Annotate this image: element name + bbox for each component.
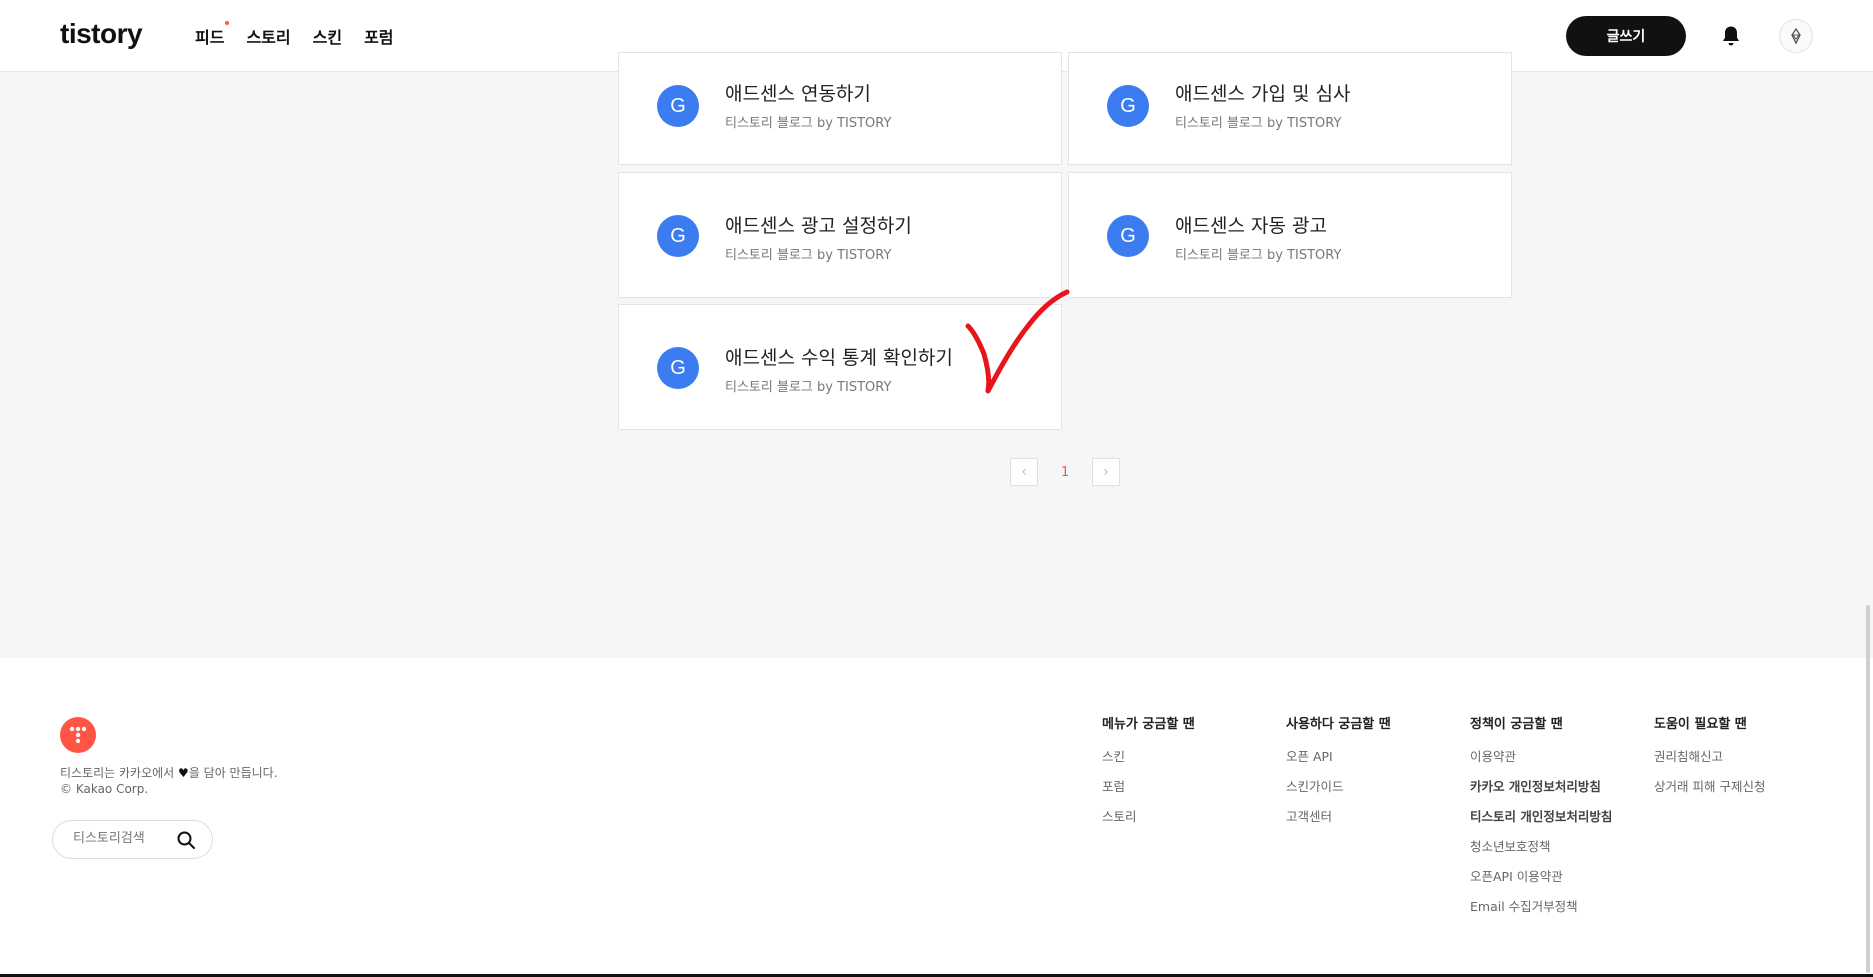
nav-story[interactable]: 스토리 [246,24,290,48]
footer-col-policy: 정책이 궁금할 땐 이용약관 카카오 개인정보처리방침 티스토리 개인정보처리방… [1470,713,1612,928]
avatar-glyph-icon [1791,27,1801,45]
nav-feed-label: 피드 [195,28,225,47]
tistory-t-logo-icon[interactable] [60,717,96,753]
bell-icon[interactable] [1719,24,1743,48]
footer-link[interactable]: 스킨 [1102,748,1195,778]
guide-card[interactable]: G 애드센스 연동하기 티스토리 블로그 by TISTORY [618,52,1062,165]
heart-icon: ♥ [178,766,189,780]
nav-feed[interactable]: 피드 [195,21,230,48]
google-g-icon: G [1107,85,1149,127]
current-page-number[interactable]: 1 [1061,465,1069,480]
card-author: by TISTORY [817,248,892,263]
red-checkmark-annotation [965,289,1070,394]
card-title: 애드센스 수익 통계 확인하기 [725,347,953,369]
card-blog-name: 티스토리 블로그 [725,116,813,131]
footer-link[interactable]: 권리침해신고 [1654,748,1765,778]
tistory-search-input[interactable] [73,831,173,846]
footer-search [52,820,213,859]
footer-link[interactable]: 고객센터 [1286,808,1391,838]
nav-forum-label: 포럼 [364,28,394,47]
footer-link[interactable]: Email 수집거부정책 [1470,898,1612,928]
profile-avatar-icon[interactable] [1779,19,1813,53]
next-page-button[interactable]: › [1092,458,1120,486]
nav-skin-label: 스킨 [312,28,343,47]
nav-forum[interactable]: 포럼 [364,24,393,48]
card-title: 애드센스 연동하기 [725,83,871,105]
footer-tagline: 티스토리는 카카오에서 ♥을 담아 만듭니다. [60,764,278,781]
footer-col-heading: 도움이 필요할 땐 [1654,717,1747,732]
footer-col-heading: 메뉴가 궁금할 땐 [1102,717,1195,732]
footer-link[interactable]: 이용약관 [1470,748,1612,778]
card-blog-name: 티스토리 블로그 [725,380,813,395]
footer-col-help: 도움이 필요할 땐 권리침해신고 상거래 피해 구제신청 [1654,713,1765,808]
guide-card[interactable]: G 애드센스 가입 및 심사 티스토리 블로그 by TISTORY [1068,52,1512,165]
footer-col-heading: 사용하다 궁금할 땐 [1286,717,1391,732]
prev-page-button[interactable]: ‹ [1010,458,1038,486]
tistory-logo[interactable]: tistory [60,18,143,50]
card-title: 애드센스 가입 및 심사 [1175,83,1351,105]
card-subtitle: 티스토리 블로그 by TISTORY [725,112,891,131]
guide-card[interactable]: G 애드센스 광고 설정하기 티스토리 블로그 by TISTORY [618,172,1062,298]
footer-link[interactable]: 오픈 API [1286,748,1391,778]
footer-link[interactable]: 티스토리 개인정보처리방침 [1470,808,1612,838]
nav-story-label: 스토리 [246,28,291,47]
card-author: by TISTORY [1267,116,1342,131]
google-g-icon: G [657,215,699,257]
card-subtitle: 티스토리 블로그 by TISTORY [1175,112,1341,131]
nav-skin[interactable]: 스킨 [313,24,342,48]
card-subtitle: 티스토리 블로그 by TISTORY [1175,244,1341,263]
card-subtitle: 티스토리 블로그 by TISTORY [725,244,891,263]
card-author: by TISTORY [817,116,892,131]
t-dots-icon [69,726,87,744]
card-author: by TISTORY [817,380,892,395]
copyright: © Kakao Corp. [60,782,149,796]
main-nav: 피드 스토리 스킨 포럼 [195,21,394,48]
footer-col-menu: 메뉴가 궁금할 땐 스킨 포럼 스토리 [1102,713,1195,838]
google-g-icon: G [1107,215,1149,257]
card-blog-name: 티스토리 블로그 [1175,116,1263,131]
tagline-text-end: 을 담아 만듭니다. [188,766,278,780]
footer-col-heading: 정책이 궁금할 땐 [1470,717,1563,732]
card-subtitle: 티스토리 블로그 by TISTORY [725,376,891,395]
card-blog-name: 티스토리 블로그 [1175,248,1263,263]
footer-col-usage: 사용하다 궁금할 땐 오픈 API 스킨가이드 고객센터 [1286,713,1391,838]
footer-link[interactable]: 청소년보호정책 [1470,838,1612,868]
card-title: 애드센스 자동 광고 [1175,215,1327,237]
write-button[interactable]: 글쓰기 [1566,16,1686,56]
tagline-text: 티스토리는 카카오에서 [60,766,175,780]
card-title: 애드센스 광고 설정하기 [725,215,912,237]
card-blog-name: 티스토리 블로그 [725,248,813,263]
footer-link[interactable]: 포럼 [1102,778,1195,808]
google-g-icon: G [657,347,699,389]
footer-link[interactable]: 스킨가이드 [1286,778,1391,808]
footer-link[interactable]: 카카오 개인정보처리방침 [1470,778,1612,808]
footer-link[interactable]: 스토리 [1102,808,1195,838]
card-author: by TISTORY [1267,248,1342,263]
guide-card[interactable]: G 애드센스 자동 광고 티스토리 블로그 by TISTORY [1068,172,1512,298]
search-icon[interactable] [176,830,196,850]
footer-link[interactable]: 오픈API 이용약관 [1470,868,1612,898]
google-g-icon: G [657,85,699,127]
page-scrollbar[interactable] [1866,605,1870,973]
footer-link[interactable]: 상거래 피해 구제신청 [1654,778,1765,808]
new-dot-badge [225,21,230,25]
